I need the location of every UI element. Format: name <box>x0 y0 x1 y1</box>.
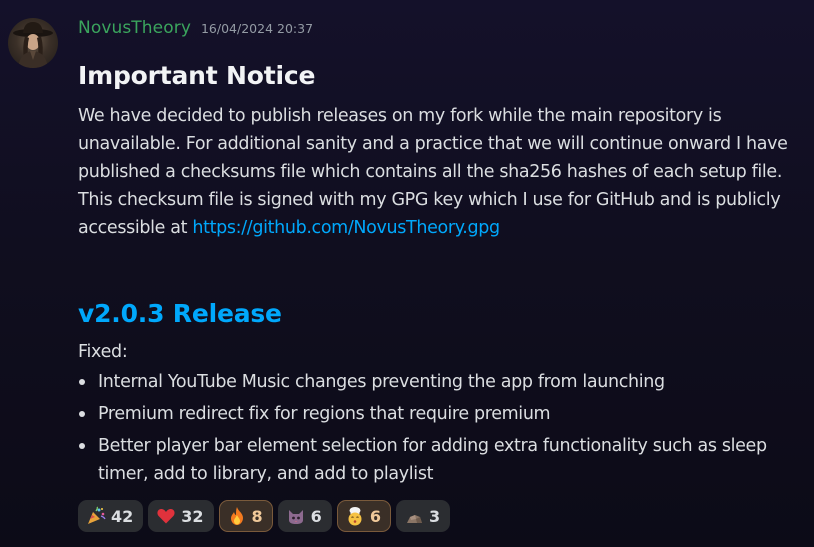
list-item: Better player bar element selection for … <box>78 432 798 488</box>
fire-icon <box>227 506 247 526</box>
bullet <box>79 411 85 417</box>
reaction-count: 8 <box>251 506 263 526</box>
message-content: Important Notice We have decided to publ… <box>78 58 798 492</box>
bullet <box>79 443 85 449</box>
heart-icon <box>156 506 176 526</box>
avatar[interactable] <box>8 18 58 68</box>
gpg-key-link[interactable]: https://github.com/NovusTheory.gpg <box>192 218 500 238</box>
cat-icon <box>286 506 306 526</box>
reaction-count: 32 <box>181 506 204 526</box>
fix-text: Internal YouTube Music changes preventin… <box>98 372 665 392</box>
bullet <box>79 379 85 385</box>
reaction-count: 3 <box>428 506 441 526</box>
reaction-chef-kiss[interactable]: 6 <box>336 500 391 532</box>
party-popper-icon <box>86 506 106 526</box>
chat-message: NovusTheory 16/04/2024 20:37 Important N… <box>0 0 814 547</box>
reaction-count: 6 <box>310 506 322 526</box>
reaction-fire[interactable]: 8 <box>218 500 273 532</box>
avatar-image <box>13 22 53 68</box>
reactions-bar: 42 32 8 6 6 3 <box>78 500 451 532</box>
message-timestamp[interactable]: 16/04/2024 20:37 <box>201 21 313 36</box>
reaction-party-popper[interactable]: 42 <box>78 500 144 532</box>
reaction-count: 6 <box>369 506 381 526</box>
release-heading: v2.0.3 Release <box>78 299 282 328</box>
author-name[interactable]: NovusTheory <box>78 18 191 38</box>
list-item: Internal YouTube Music changes preventin… <box>78 368 798 396</box>
notice-paragraph: We have decided to publish releases on m… <box>78 102 798 242</box>
fixed-label: Fixed: <box>78 342 128 362</box>
fixes-list: Internal YouTube Music changes preventin… <box>78 368 798 488</box>
fix-text: Better player bar element selection for … <box>98 436 767 484</box>
chef-kiss-icon <box>345 506 365 526</box>
reaction-rock[interactable]: 3 <box>395 500 451 532</box>
reaction-heart[interactable]: 32 <box>148 500 214 532</box>
reaction-cat[interactable]: 6 <box>277 500 332 532</box>
message-header: NovusTheory 16/04/2024 20:37 <box>78 18 313 42</box>
rock-icon <box>404 506 424 526</box>
list-item: Premium redirect fix for regions that re… <box>78 400 798 428</box>
reaction-count: 42 <box>111 506 134 526</box>
notice-heading: Important Notice <box>78 61 316 90</box>
fix-text: Premium redirect fix for regions that re… <box>98 404 551 424</box>
